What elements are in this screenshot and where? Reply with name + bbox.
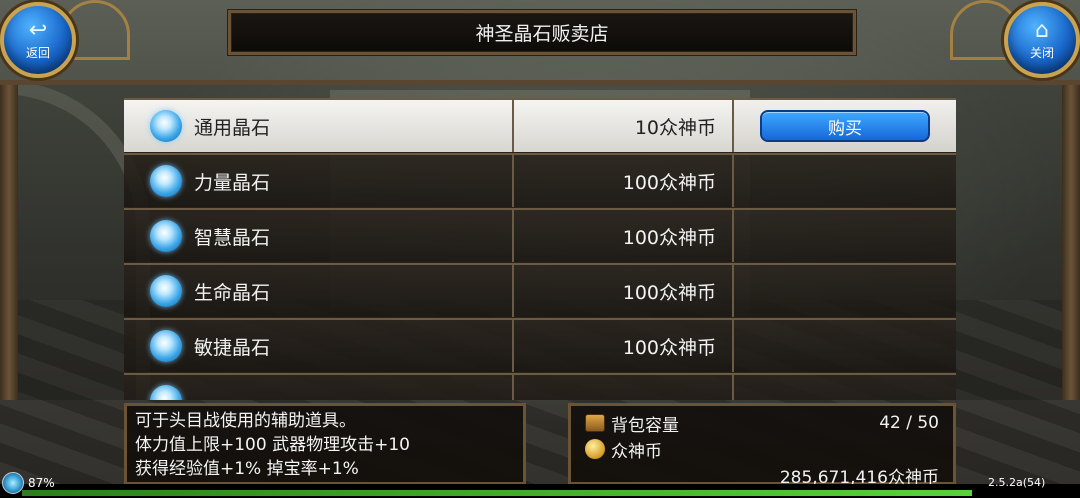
home-icon: ⌂ <box>1035 17 1049 43</box>
item-price-cell: 100众神币 <box>514 265 734 317</box>
inventory-panel: 背包容量 42 / 50 众神币 285,671,416众神币 <box>568 403 956 488</box>
item-action-cell <box>734 210 956 262</box>
currency-label: 众神币 <box>611 441 662 462</box>
item-name: 智慧晶石 <box>194 226 271 249</box>
left-frame-rail <box>0 85 18 400</box>
shop-item-row[interactable]: 生命晶石 100众神币 <box>124 263 956 318</box>
shop-item-row[interactable]: 通用晶石 10众神币 购买 <box>124 98 956 153</box>
item-name-cell: 生命晶石 <box>124 265 514 317</box>
shop-item-list[interactable]: 通用晶石 10众神币 购买 力量晶石 100众神币 智慧晶石 100众神币 生命… <box>124 96 956 400</box>
back-button-label: 返回 <box>25 45 50 60</box>
shop-item-row[interactable]: 智慧晶石 100众神币 <box>124 208 956 263</box>
item-price-cell: 100众神币 <box>514 210 734 262</box>
item-name-cell: 力量晶石 <box>124 155 514 207</box>
item-price: 100众神币 <box>622 336 716 359</box>
item-name-cell: 通用晶石 <box>124 100 514 152</box>
bag-capacity-row: 背包容量 42 / 50 <box>585 410 939 436</box>
item-name-cell: 敏捷晶石 <box>124 320 514 372</box>
coin-icon <box>585 439 605 459</box>
shop-item-row[interactable]: 力量晶石 100众神币 <box>124 153 956 208</box>
item-price-cell: 10众神币 <box>514 100 734 152</box>
item-name-cell <box>124 375 514 400</box>
item-description-panel: 可于头目战使用的辅助道具。 体力值上限+100 武器物理攻击+10 获得经验值+… <box>124 403 526 485</box>
description-line: 获得经验值+1% 掉宝率+1% <box>135 459 359 479</box>
version-label: 2.5.2a(54) <box>988 476 1046 489</box>
description-line: 体力值上限+100 武器物理攻击+10 <box>135 435 410 455</box>
page-title: 神圣晶石贩卖店 <box>475 23 609 45</box>
item-price: 100众神币 <box>622 171 716 194</box>
close-button-label: 关闭 <box>1029 45 1054 60</box>
crystal-icon <box>150 165 182 197</box>
item-price: 100众神币 <box>622 281 716 304</box>
item-price: 100众神币 <box>622 226 716 249</box>
item-action-cell <box>734 155 956 207</box>
crystal-icon <box>150 330 182 362</box>
item-price-cell <box>514 375 734 400</box>
item-price-cell: 100众神币 <box>514 320 734 372</box>
crystal-icon <box>150 275 182 307</box>
item-name: 通用晶石 <box>194 116 271 139</box>
item-name-cell: 智慧晶石 <box>124 210 514 262</box>
item-name: 力量晶石 <box>194 171 271 194</box>
back-arrow-icon: ↩ <box>28 17 48 43</box>
shop-title-bar: 神圣晶石贩卖店 <box>228 10 856 55</box>
item-price-cell: 100众神币 <box>514 155 734 207</box>
crystal-icon <box>150 220 182 252</box>
item-action-cell <box>734 375 956 400</box>
crystal-icon <box>150 385 182 400</box>
close-button[interactable]: ⌂ 关闭 <box>1004 2 1080 78</box>
experience-bar <box>22 490 972 496</box>
currency-row: 众神币 <box>585 436 939 462</box>
chest-icon <box>585 414 605 432</box>
back-button[interactable]: ↩ 返回 <box>0 2 76 78</box>
right-frame-rail <box>1062 85 1080 400</box>
buy-button[interactable]: 购买 <box>760 110 930 142</box>
bag-capacity-label: 背包容量 <box>611 415 679 436</box>
item-name: 生命晶石 <box>194 281 271 304</box>
item-action-cell: 购买 <box>734 100 956 152</box>
item-price: 10众神币 <box>634 116 716 139</box>
bag-capacity-value: 42 / 50 <box>879 413 939 433</box>
shop-item-row[interactable]: 敏捷晶石 100众神币 <box>124 318 956 373</box>
crystal-icon <box>150 110 182 142</box>
item-name: 敏捷晶石 <box>194 336 271 359</box>
shop-item-row-partial[interactable] <box>124 373 956 400</box>
battery-percentage: 87% <box>28 476 55 490</box>
item-action-cell <box>734 265 956 317</box>
description-line: 可于头目战使用的辅助道具。 <box>135 411 356 431</box>
item-action-cell <box>734 320 956 372</box>
battery-icon <box>2 472 24 494</box>
